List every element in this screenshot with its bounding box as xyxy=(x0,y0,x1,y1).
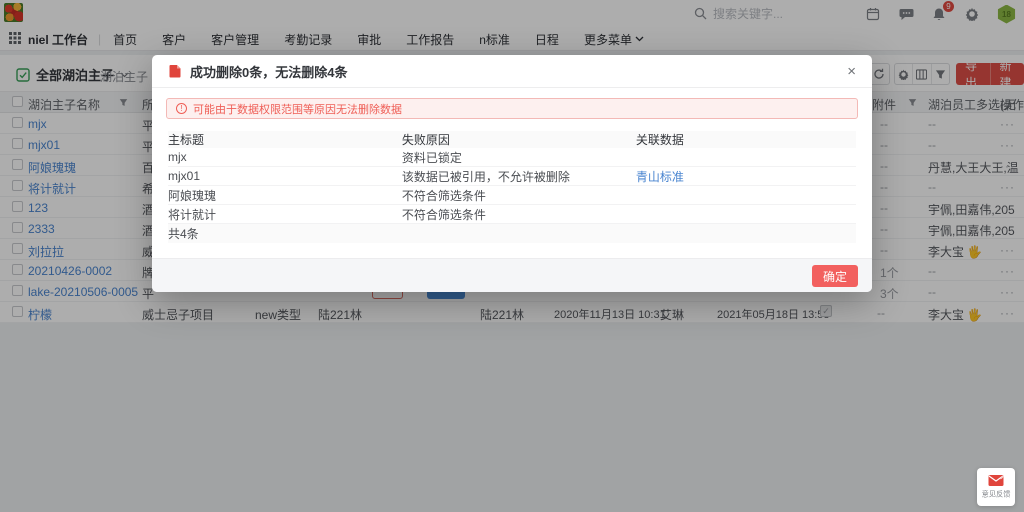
warning-icon: ! xyxy=(176,103,187,114)
confirm-button[interactable]: 确定 xyxy=(812,265,858,287)
result-related[interactable]: 青山标准 xyxy=(636,168,856,185)
feedback-widget[interactable]: 意见反馈 xyxy=(977,468,1015,506)
result-reason: 该数据已被引用，不允许被删除 xyxy=(402,168,636,185)
result-title: 将计就计 xyxy=(168,206,402,223)
result-row: 将计就计不符合筛选条件 xyxy=(168,205,856,224)
header-title: 主标题 xyxy=(168,131,402,148)
modal-footer: 确定 xyxy=(152,258,872,292)
result-title: mjx01 xyxy=(168,169,402,183)
alert-text: 可能由于数据权限范围等原因无法删除数据 xyxy=(193,101,402,117)
result-row: 阿娘瑰瑰不符合筛选条件 xyxy=(168,186,856,205)
delete-result-modal: 成功删除0条，无法删除4条 × ! 可能由于数据权限范围等原因无法删除数据 主标… xyxy=(152,55,872,292)
feedback-label: 意见反馈 xyxy=(982,490,1011,500)
result-total-row: 共4条 xyxy=(168,224,856,243)
feedback-envelope-icon xyxy=(988,474,1004,487)
result-row: mjx资料已锁定 xyxy=(168,148,856,167)
header-related: 关联数据 xyxy=(636,131,856,148)
modal-header: 成功删除0条，无法删除4条 × xyxy=(152,55,872,88)
header-reason: 失败原因 xyxy=(402,131,636,148)
modal-alert: ! 可能由于数据权限范围等原因无法删除数据 xyxy=(166,98,858,119)
delete-result-icon xyxy=(168,64,182,78)
result-title: mjx xyxy=(168,150,402,164)
total-label: 共4条 xyxy=(168,225,199,242)
result-reason: 不符合筛选条件 xyxy=(402,206,636,223)
result-reason: 资料已锁定 xyxy=(402,149,636,166)
result-row: mjx01该数据已被引用，不允许被删除青山标准 xyxy=(168,167,856,186)
app-screen: 搜索关键字... 9 18 niel 工作台 | 首页客户客户管理考勤记录审批工 xyxy=(0,0,1024,512)
modal-title: 成功删除0条，无法删除4条 xyxy=(190,62,347,81)
result-reason: 不符合筛选条件 xyxy=(402,187,636,204)
result-table: 主标题 失败原因 关联数据 mjx资料已锁定mjx01该数据已被引用，不允许被删… xyxy=(168,131,856,243)
result-title: 阿娘瑰瑰 xyxy=(168,187,402,204)
close-icon[interactable]: × xyxy=(847,64,856,79)
result-table-header: 主标题 失败原因 关联数据 xyxy=(168,131,856,148)
